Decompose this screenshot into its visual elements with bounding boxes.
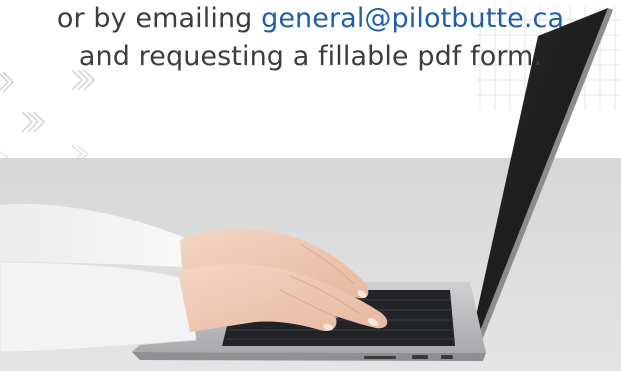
instruction-prefix: or by emailing <box>56 3 262 34</box>
email-link[interactable]: general@pilotbutte.ca <box>261 3 564 34</box>
instruction-line-2: and requesting a fillable pdf form. <box>78 41 543 72</box>
laptop-port <box>412 355 428 359</box>
laptop-port <box>441 355 453 359</box>
laptop-front-edge <box>132 352 486 361</box>
decorative-chevrons <box>0 69 96 166</box>
sleeve-front <box>0 261 197 353</box>
laptop-port <box>364 356 396 359</box>
instruction-line-1: or by emailing general@pilotbutte.ca <box>0 0 621 37</box>
